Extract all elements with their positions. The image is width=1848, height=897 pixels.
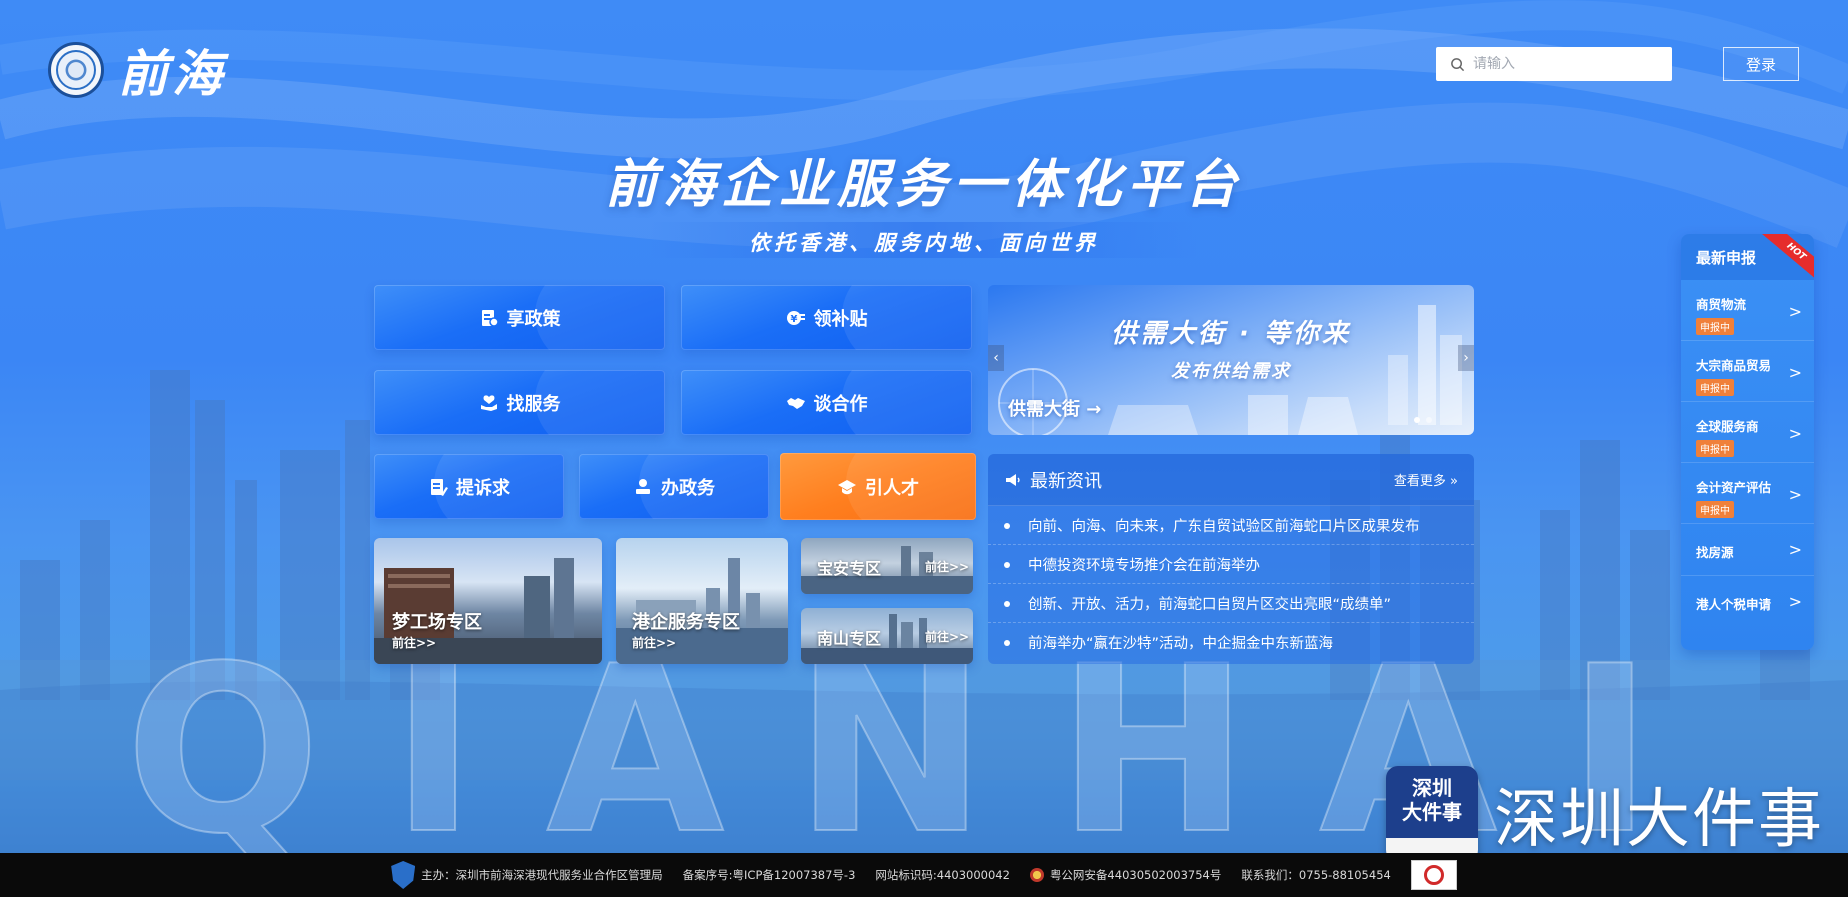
- find-service-tile[interactable]: 找服务: [374, 370, 665, 435]
- handshake-icon: [786, 397, 805, 409]
- gov-error-report-badge[interactable]: [1410, 860, 1457, 890]
- appeal-label: 提诉求: [456, 477, 510, 499]
- hk-zone-go-link[interactable]: 前往>>: [632, 634, 676, 651]
- status-badge: 申报中: [1696, 440, 1734, 457]
- site-footer: 主办：深圳市前海深港现代服务业合作区管理局 备案序号:粤ICP备12007387…: [0, 853, 1848, 897]
- chevron-right-icon: >: [1788, 302, 1802, 321]
- nanshan-zone-card[interactable]: 南山专区 前往>>: [801, 608, 973, 664]
- side-panel-title-text: 最新申报: [1696, 248, 1757, 267]
- appeal-tile[interactable]: 提诉求: [374, 454, 564, 519]
- chevron-left-icon: ‹: [993, 350, 999, 366]
- graduation-cap-icon: [838, 479, 856, 494]
- affairs-label: 办政务: [661, 477, 715, 499]
- side-item-commodity-trade[interactable]: 大宗商品贸易 申报中 >: [1681, 341, 1814, 402]
- side-item-trade-logistics[interactable]: 商贸物流 申报中 >: [1681, 280, 1814, 341]
- dream-zone-title: 梦工场专区: [392, 612, 482, 633]
- chevron-right-icon: >: [1788, 592, 1802, 611]
- watermark-text: 深圳大件事: [1494, 783, 1824, 857]
- news-item[interactable]: 向前、向海、向未来，广东自贸试验区前海蛇口片区成果发布: [988, 506, 1474, 545]
- search-box[interactable]: [1436, 47, 1672, 81]
- news-header: 最新资讯 查看更多 »: [988, 454, 1474, 506]
- hero-title: 前海企业服务一体化平台: [604, 155, 1243, 215]
- shield-icon: [391, 861, 416, 889]
- status-badge: 申报中: [1696, 379, 1734, 396]
- baoan-zone-title: 宝安专区: [817, 559, 882, 578]
- svg-text:¥: ¥: [790, 314, 797, 325]
- hero-subtitle: 依托香港、服务内地、面向世界: [749, 231, 1099, 255]
- banner-title: 供需大街 · 等你来: [1111, 319, 1351, 349]
- baoan-zone-card[interactable]: 宝安专区 前往>>: [801, 538, 973, 594]
- find-service-label: 找服务: [506, 393, 561, 415]
- news-title: 最新资讯: [1030, 470, 1102, 492]
- chevron-right-icon: ›: [1463, 350, 1469, 366]
- side-item-accounting-assessment[interactable]: 会计资产评估 申报中 >: [1681, 463, 1814, 524]
- watermark-logo-line1: 深圳: [1412, 776, 1452, 800]
- dream-zone-go-link[interactable]: 前往>>: [392, 634, 436, 651]
- footer-sponsor-text: 主办：深圳市前海深港现代服务业合作区管理局: [421, 868, 663, 882]
- hand-heart-icon: [480, 394, 497, 411]
- emblem-icon: [48, 42, 104, 98]
- chevron-right-icon: >: [1788, 424, 1802, 443]
- banner-dot-2[interactable]: [1426, 417, 1432, 423]
- coin-icon: ¥: [786, 310, 805, 325]
- footer-site-code: 网站标识码:4403000042: [875, 868, 1010, 882]
- chevron-right-icon: >: [1788, 540, 1802, 559]
- nanshan-zone-go-link[interactable]: 前往>>: [925, 628, 969, 645]
- banner-subtitle: 发布供给需求: [1171, 361, 1291, 382]
- hk-zone-title: 港企服务专区: [632, 612, 740, 633]
- hk-zone-card[interactable]: 港企服务专区 前往>>: [616, 538, 788, 664]
- news-item[interactable]: 创新、开放、活力，前海蛇口自贸片区交出亮眼“成绩单”: [988, 584, 1474, 623]
- banner-next-button[interactable]: ›: [1458, 345, 1474, 371]
- watermark-logo: 深圳 大件事: [1386, 766, 1478, 862]
- chevron-right-icon: >: [1788, 363, 1802, 382]
- nanshan-zone-title: 南山专区: [817, 629, 882, 648]
- search-input[interactable]: [1473, 56, 1653, 72]
- person-icon: [636, 478, 650, 494]
- policy-tile[interactable]: 享政策: [374, 285, 665, 350]
- status-badge: 申报中: [1696, 501, 1734, 518]
- gov-seal-icon: [1423, 865, 1444, 885]
- logo-text: 前海: [118, 44, 226, 103]
- dream-zone-card[interactable]: 梦工场专区 前往>>: [374, 538, 602, 664]
- chevron-right-icon: >: [1788, 485, 1802, 504]
- side-item-global-provider[interactable]: 全球服务商 申报中 >: [1681, 402, 1814, 463]
- search-icon: [1451, 57, 1465, 71]
- policy-icon: [481, 309, 499, 327]
- news-item[interactable]: 前海举办“赢在沙特”活动，中企掘金中东新蓝海: [988, 623, 1474, 662]
- footer-security-text: 粤公网安备44030502003754号: [1049, 868, 1222, 882]
- banner-prev-button[interactable]: ‹: [988, 345, 1004, 371]
- baoan-zone-go-link[interactable]: 前往>>: [925, 558, 969, 575]
- banner-dot-1[interactable]: [1414, 417, 1420, 423]
- site-logo[interactable]: 前海: [48, 34, 226, 106]
- latest-declaration-panel: 最新申报 HOT 商贸物流 申报中 > 大宗商品贸易 申报中 > 全球服务商 申…: [1681, 234, 1814, 650]
- subsidy-label: 领补贴: [813, 308, 868, 330]
- talent-label: 引人才: [865, 477, 919, 499]
- status-badge: 申报中: [1696, 318, 1734, 335]
- policy-label: 享政策: [506, 308, 561, 330]
- footer-security[interactable]: 粤公网安备44030502003754号: [1029, 867, 1222, 883]
- footer-sponsor: 主办：深圳市前海深港现代服务业合作区管理局: [391, 861, 663, 889]
- banner-pagination: [1414, 417, 1432, 423]
- side-item-hk-tax[interactable]: 港人个税申请 >: [1681, 576, 1814, 628]
- footer-contact: 联系我们：0755-88105454: [1241, 868, 1391, 882]
- shenzhen-watermark: 深圳 大件事 深圳大件事: [1386, 766, 1824, 862]
- banner-tag: 供需大街 →: [1008, 399, 1102, 420]
- affairs-tile[interactable]: 办政务: [579, 454, 769, 519]
- cooperation-tile[interactable]: 谈合作: [681, 370, 972, 435]
- document-edit-icon: [431, 478, 448, 496]
- side-item-find-housing[interactable]: 找房源 >: [1681, 524, 1814, 576]
- watermark-logo-line2: 大件事: [1402, 800, 1462, 824]
- subsidy-tile[interactable]: ¥ 领补贴: [681, 285, 972, 350]
- cooperation-label: 谈合作: [813, 393, 868, 415]
- footer-icp-link[interactable]: 备案序号:粤ICP备12007387号-3: [683, 867, 856, 883]
- megaphone-icon: [1006, 473, 1020, 486]
- supply-demand-banner[interactable]: 供需大街 · 等你来 发布供给需求 供需大街 → ‹ ›: [988, 285, 1474, 435]
- news-panel: 最新资讯 查看更多 » 向前、向海、向未来，广东自贸试验区前海蛇口片区成果发布 …: [988, 454, 1474, 664]
- talent-tile[interactable]: 引人才: [780, 453, 976, 520]
- login-button[interactable]: 登录: [1723, 47, 1799, 81]
- news-more-link[interactable]: 查看更多 »: [1394, 470, 1458, 489]
- police-badge-icon: [1029, 868, 1044, 882]
- news-item[interactable]: 中德投资环境专场推介会在前海举办: [988, 545, 1474, 584]
